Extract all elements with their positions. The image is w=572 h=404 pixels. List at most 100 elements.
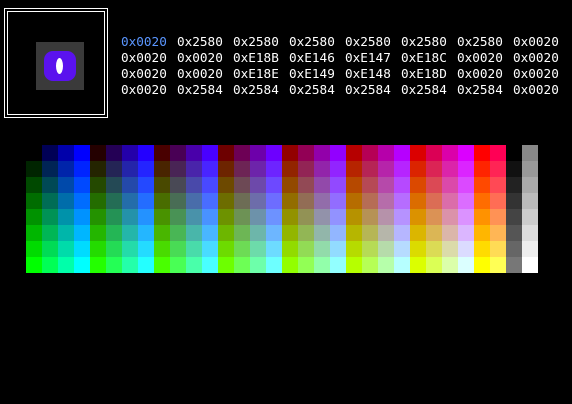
palette-swatch[interactable]	[330, 241, 346, 257]
palette-swatch[interactable]	[426, 209, 442, 225]
glyph-code-cell[interactable]: 0x2584	[457, 82, 513, 98]
palette-swatch[interactable]	[442, 209, 458, 225]
glyph-code-cell[interactable]: 0xE18C	[401, 50, 457, 66]
palette-swatch[interactable]	[186, 209, 202, 225]
palette-swatch[interactable]	[58, 161, 74, 177]
palette-swatch[interactable]	[250, 145, 266, 161]
palette-swatch[interactable]	[330, 257, 346, 273]
palette-swatch[interactable]	[426, 193, 442, 209]
palette-swatch[interactable]	[154, 177, 170, 193]
palette-swatch[interactable]	[90, 161, 106, 177]
palette-swatch[interactable]	[58, 241, 74, 257]
palette-swatch[interactable]	[42, 241, 58, 257]
palette-swatch[interactable]	[394, 257, 410, 273]
palette-swatch[interactable]	[234, 209, 250, 225]
palette-swatch[interactable]	[186, 193, 202, 209]
palette-swatch[interactable]	[394, 145, 410, 161]
palette-swatch[interactable]	[506, 161, 522, 177]
palette-swatch[interactable]	[250, 225, 266, 241]
palette-swatch[interactable]	[346, 161, 362, 177]
palette-swatch[interactable]	[218, 209, 234, 225]
palette-swatch[interactable]	[202, 209, 218, 225]
glyph-code-cell-selected[interactable]: 0x0020	[121, 34, 177, 50]
palette-swatch[interactable]	[378, 241, 394, 257]
palette-swatch[interactable]	[202, 225, 218, 241]
palette-swatch[interactable]	[458, 193, 474, 209]
palette-swatch[interactable]	[170, 145, 186, 161]
palette-swatch[interactable]	[170, 161, 186, 177]
glyph-code-cell[interactable]: 0xE18D	[401, 66, 457, 82]
palette-swatch[interactable]	[282, 161, 298, 177]
palette-swatch[interactable]	[58, 145, 74, 161]
palette-swatch[interactable]	[58, 177, 74, 193]
glyph-code-cell[interactable]: 0xE146	[289, 50, 345, 66]
palette-swatch[interactable]	[90, 177, 106, 193]
palette-swatch[interactable]	[330, 145, 346, 161]
palette-swatch[interactable]	[42, 225, 58, 241]
palette-swatch[interactable]	[346, 209, 362, 225]
palette-swatch[interactable]	[410, 257, 426, 273]
palette-swatch[interactable]	[474, 193, 490, 209]
palette-swatch[interactable]	[442, 161, 458, 177]
palette-swatch[interactable]	[170, 241, 186, 257]
palette-swatch[interactable]	[250, 241, 266, 257]
palette-swatch[interactable]	[74, 257, 90, 273]
palette-swatch[interactable]	[522, 145, 538, 161]
palette-swatch[interactable]	[218, 161, 234, 177]
palette-swatch[interactable]	[490, 193, 506, 209]
palette-swatch[interactable]	[154, 257, 170, 273]
palette-swatch[interactable]	[42, 145, 58, 161]
palette-swatch[interactable]	[378, 209, 394, 225]
palette-swatch[interactable]	[154, 161, 170, 177]
palette-swatch[interactable]	[474, 161, 490, 177]
glyph-code-cell[interactable]: 0xE18B	[233, 50, 289, 66]
palette-swatch[interactable]	[234, 241, 250, 257]
palette-swatch[interactable]	[282, 145, 298, 161]
palette-swatch[interactable]	[58, 257, 74, 273]
palette-swatch[interactable]	[346, 193, 362, 209]
palette-swatch[interactable]	[186, 145, 202, 161]
glyph-code-cell[interactable]: 0x2584	[401, 82, 457, 98]
palette-swatch[interactable]	[106, 241, 122, 257]
palette-swatch[interactable]	[314, 161, 330, 177]
palette-swatch[interactable]	[106, 193, 122, 209]
palette-swatch[interactable]	[474, 145, 490, 161]
palette-swatch[interactable]	[442, 241, 458, 257]
palette-swatch[interactable]	[250, 209, 266, 225]
palette-swatch[interactable]	[26, 209, 42, 225]
palette-swatch[interactable]	[506, 241, 522, 257]
glyph-code-cell[interactable]: 0x0020	[513, 34, 569, 50]
palette-swatch[interactable]	[458, 241, 474, 257]
glyph-code-cell[interactable]: 0xE147	[345, 50, 401, 66]
palette-swatch[interactable]	[362, 209, 378, 225]
glyph-code-cell[interactable]: 0x2580	[177, 34, 233, 50]
palette-swatch[interactable]	[282, 241, 298, 257]
palette-swatch[interactable]	[74, 193, 90, 209]
palette-swatch[interactable]	[362, 177, 378, 193]
palette-swatch[interactable]	[426, 225, 442, 241]
palette-swatch[interactable]	[122, 225, 138, 241]
palette-swatch[interactable]	[74, 145, 90, 161]
glyph-code-cell[interactable]: 0x0020	[513, 66, 569, 82]
palette-swatch[interactable]	[314, 257, 330, 273]
palette-swatch[interactable]	[346, 241, 362, 257]
palette-swatch[interactable]	[426, 161, 442, 177]
glyph-code-cell[interactable]: 0x0020	[457, 50, 513, 66]
palette-swatch[interactable]	[74, 241, 90, 257]
palette-swatch[interactable]	[474, 177, 490, 193]
palette-swatch[interactable]	[410, 177, 426, 193]
palette-swatch[interactable]	[90, 257, 106, 273]
glyph-code-cell[interactable]: 0x0020	[121, 50, 177, 66]
palette-swatch[interactable]	[202, 257, 218, 273]
palette-swatch[interactable]	[186, 241, 202, 257]
palette-swatch[interactable]	[474, 257, 490, 273]
palette-swatch[interactable]	[442, 145, 458, 161]
palette-swatch[interactable]	[410, 225, 426, 241]
palette-swatch[interactable]	[26, 177, 42, 193]
palette-swatch[interactable]	[26, 257, 42, 273]
glyph-code-cell[interactable]: 0x0020	[177, 50, 233, 66]
palette-swatch[interactable]	[138, 209, 154, 225]
palette-swatch[interactable]	[90, 209, 106, 225]
palette-swatch[interactable]	[378, 225, 394, 241]
palette-swatch[interactable]	[42, 177, 58, 193]
